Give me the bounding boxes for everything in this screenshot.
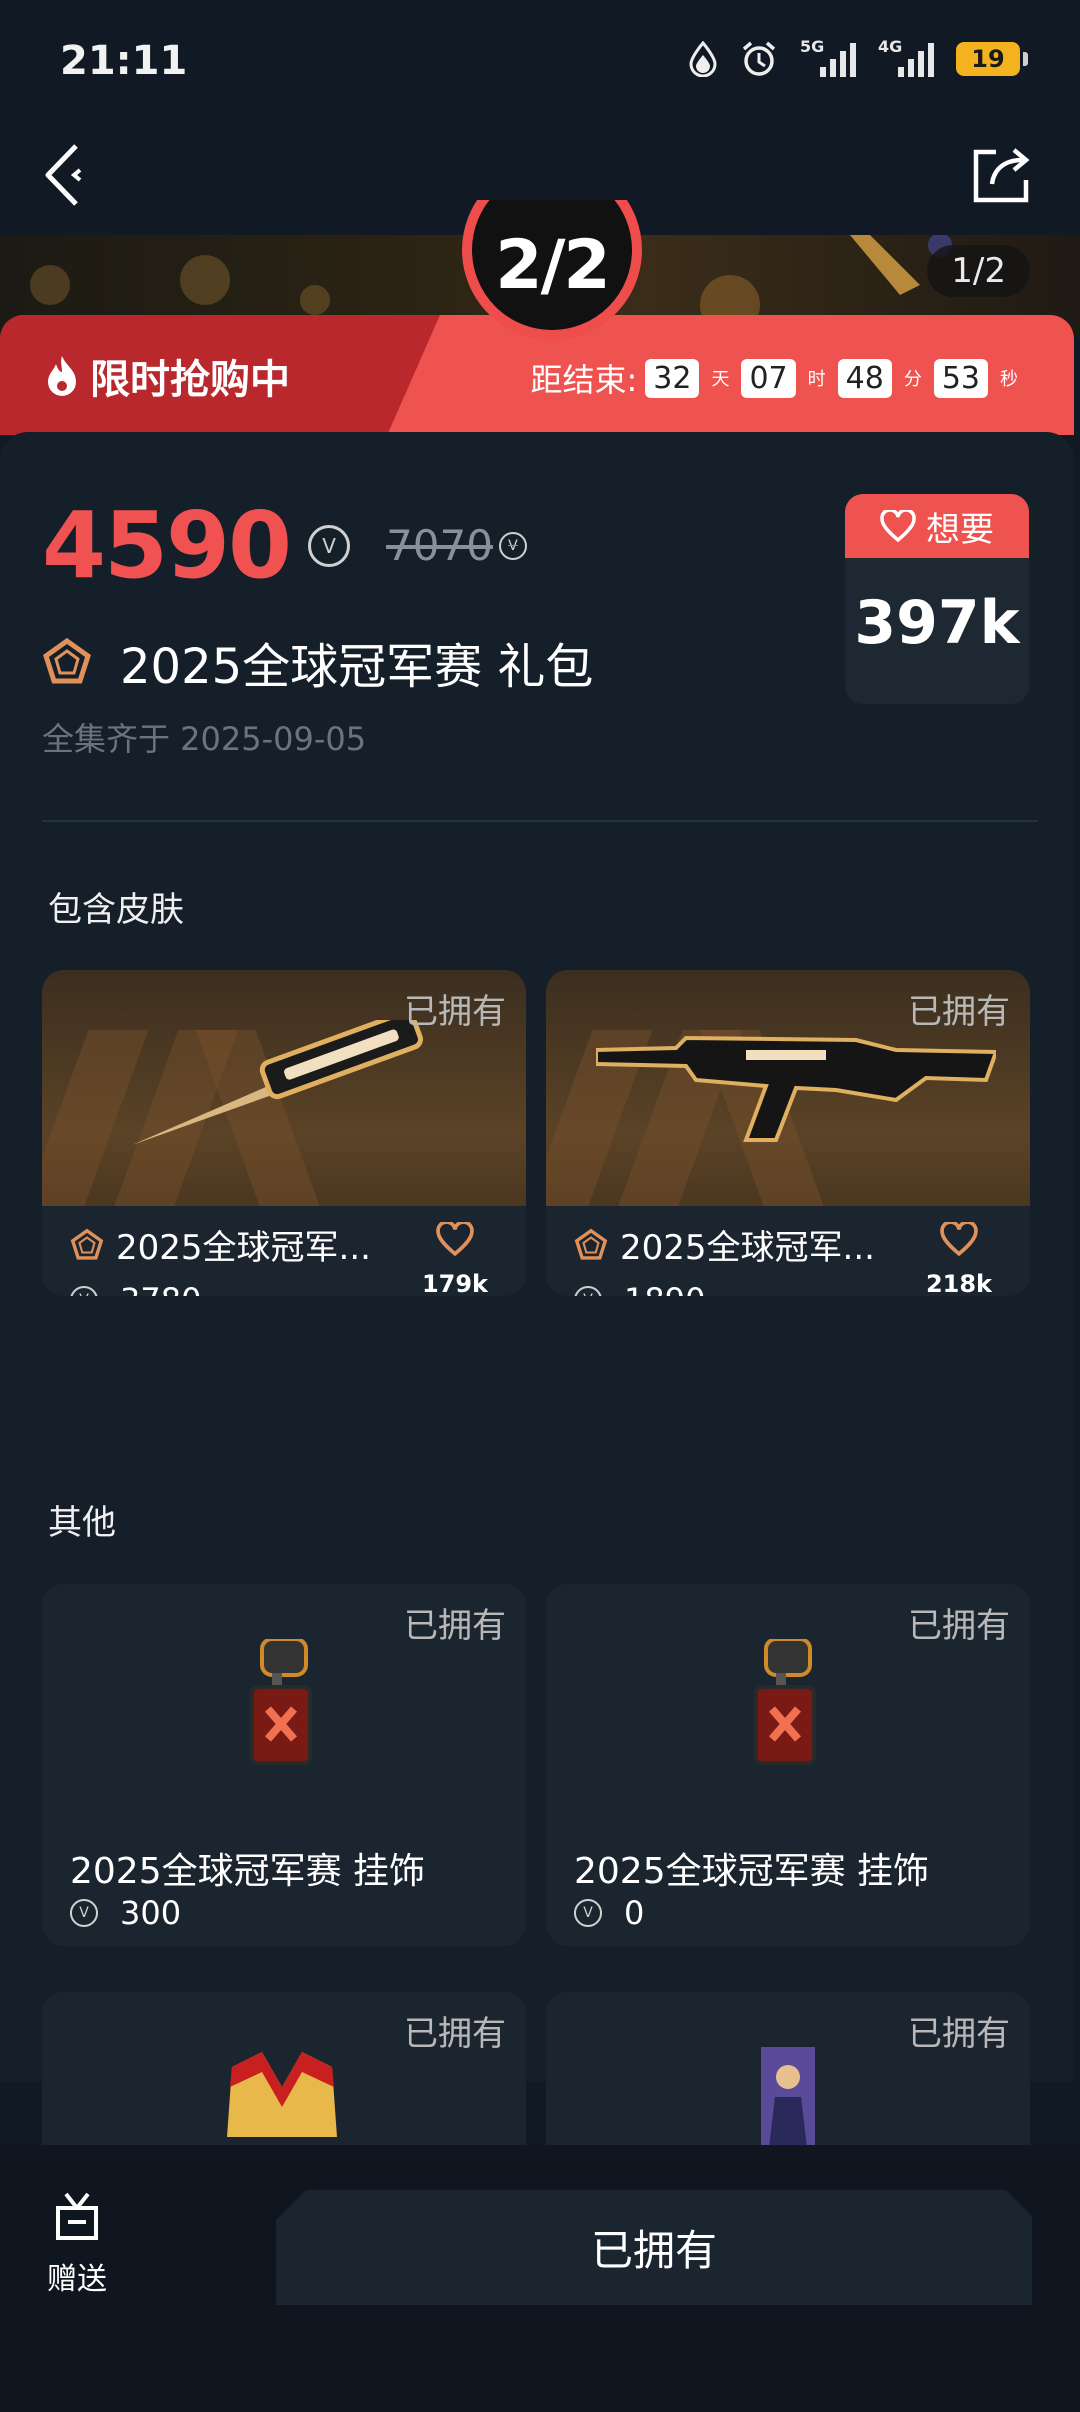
heart-outline-icon xyxy=(436,1220,474,1257)
owned-tag: 已拥有 xyxy=(404,1606,506,1646)
skin-like-count: 218k xyxy=(925,1270,992,1296)
other-section-title: 其他 xyxy=(48,1503,116,1543)
want-header: 想要 xyxy=(845,494,1029,558)
countdown-seconds: 53 xyxy=(933,358,988,398)
owned-tag: 已拥有 xyxy=(908,1606,1010,1646)
skin-name: 2025全球冠军... xyxy=(116,1228,371,1268)
skin-like-count: 179k xyxy=(421,1270,488,1296)
skin-like-button[interactable]: 179k xyxy=(421,1220,488,1296)
original-price-value: 7070 xyxy=(386,521,493,570)
skin-price: 1890 xyxy=(624,1281,705,1296)
net-type-4g: 4G xyxy=(878,37,903,56)
countdown-hours: 07 xyxy=(741,358,796,398)
accessory-price-row: V 0 xyxy=(574,1894,644,1932)
alarm-icon xyxy=(742,41,776,76)
valorant-points-icon: V xyxy=(70,1286,98,1296)
countdown-hours-unit: 时 xyxy=(807,369,826,390)
bundle-page-indicator: 2/2 xyxy=(462,200,642,345)
price-row: 4590 V 7070 V xyxy=(42,492,527,599)
bundle-title: 2025全球冠军赛 礼包 xyxy=(120,639,594,695)
valorant-points-icon: V xyxy=(498,531,527,560)
share-icon xyxy=(973,148,1030,203)
owned-tag: 已拥有 xyxy=(404,2014,506,2054)
rifle-skin-icon xyxy=(596,1035,996,1142)
spray-icon xyxy=(227,2052,337,2137)
valorant-points-icon: V xyxy=(308,524,351,567)
countdown-days: 32 xyxy=(645,358,700,398)
accessory-price: 300 xyxy=(120,1894,182,1932)
bundle-info-panel: 4590 V 7070 V 2025全球冠军赛 礼包 全集齐于 2025-09-… xyxy=(0,432,1074,2192)
tier-pentagon-icon xyxy=(70,1228,104,1260)
collected-date: 全集齐于 2025-09-05 xyxy=(42,720,367,758)
want-button[interactable]: 想要 397k xyxy=(845,494,1029,704)
flash-sale-title: 限时抢购中 xyxy=(44,347,290,405)
valorant-points-icon: V xyxy=(574,1286,602,1296)
status-icons: 5G 4G 19 xyxy=(688,37,1028,78)
charm-icon xyxy=(754,1639,816,1765)
bottom-action-bar: 赠送 已拥有 xyxy=(0,2145,1080,2412)
owned-tag: 已拥有 xyxy=(908,992,1010,1032)
fire-icon xyxy=(48,356,76,396)
skin-name: 2025全球冠军... xyxy=(620,1228,875,1268)
want-count: 397k xyxy=(854,588,1020,658)
want-label: 想要 xyxy=(926,509,994,550)
skins-section-title: 包含皮肤 xyxy=(48,890,184,930)
countdown-days-unit: 天 xyxy=(711,369,730,390)
original-price: 7070 V xyxy=(386,521,527,570)
skin-like-button[interactable]: 218k xyxy=(925,1220,992,1296)
heart-outline-icon xyxy=(940,1220,978,1257)
gift-icon xyxy=(56,2192,98,2240)
share-button[interactable] xyxy=(966,140,1036,210)
heart-outline-icon xyxy=(880,510,916,542)
status-time: 21:11 xyxy=(60,38,188,84)
accessory-card[interactable]: 已拥有 2025全球冠军赛 挂饰 V 300 xyxy=(42,1584,526,1946)
current-price: 4590 xyxy=(42,492,292,599)
signal-5g-icon: 5G xyxy=(800,37,856,77)
net-type-5g: 5G xyxy=(800,37,825,56)
owned-status-button[interactable]: 已拥有 xyxy=(276,2190,1032,2305)
countdown-minutes: 48 xyxy=(837,358,892,398)
valorant-points-icon: V xyxy=(574,1899,602,1927)
countdown-seconds-unit: 秒 xyxy=(1000,369,1018,390)
owned-tag: 已拥有 xyxy=(908,2014,1010,2054)
accessory-name: 2025全球冠军赛 挂饰 xyxy=(574,1851,930,1892)
gift-label: 赠送 xyxy=(47,2262,107,2297)
back-arrow-icon xyxy=(45,144,82,206)
signal-4g-icon: 4G xyxy=(878,37,934,77)
bundle-title-row: 2025全球冠军赛 礼包 xyxy=(42,627,593,697)
skin-price: 3780 xyxy=(120,1281,201,1296)
countdown-minutes-unit: 分 xyxy=(903,369,922,390)
flash-sale-label: 限时抢购中 xyxy=(90,357,290,403)
countdown-label: 距结束: xyxy=(530,361,638,399)
accessory-price: 0 xyxy=(624,1894,645,1932)
charm-icon xyxy=(250,1639,312,1765)
player-card-icon xyxy=(761,2047,815,2147)
bundle-detail-page: 21:11 5G 4G 19 1/2 限时抢购中 距结束: 32 天 07 时 … xyxy=(0,0,1080,2412)
tier-pentagon-icon xyxy=(43,637,91,684)
owned-tag: 已拥有 xyxy=(404,992,506,1032)
tier-pentagon-icon xyxy=(574,1228,608,1260)
knife-skin-icon xyxy=(132,1020,423,1145)
water-drop-icon xyxy=(689,41,717,77)
accessory-price-row: V 300 xyxy=(70,1894,181,1932)
back-button[interactable] xyxy=(40,140,100,210)
countdown-timer: 距结束: 32 天 07 时 48 分 53 秒 xyxy=(530,355,1022,401)
gift-button[interactable]: 赠送 xyxy=(42,2190,112,2298)
skin-card[interactable]: 已拥有 2025全球冠军... V 3780 179k xyxy=(42,970,526,1296)
battery-icon: 19 xyxy=(956,42,1028,76)
section-divider xyxy=(42,820,1038,822)
image-counter: 1/2 xyxy=(927,245,1030,297)
valorant-points-icon: V xyxy=(70,1899,98,1927)
accessory-name: 2025全球冠军赛 挂饰 xyxy=(70,1851,426,1892)
skin-card[interactable]: 已拥有 2025全球冠军... V 1890 218k xyxy=(546,970,1030,1296)
page-indicator-text: 2/2 xyxy=(495,225,610,305)
status-bar: 21:11 5G 4G 19 xyxy=(0,0,1080,120)
accessory-card[interactable]: 已拥有 2025全球冠军赛 挂饰 V 0 xyxy=(546,1584,1030,1946)
